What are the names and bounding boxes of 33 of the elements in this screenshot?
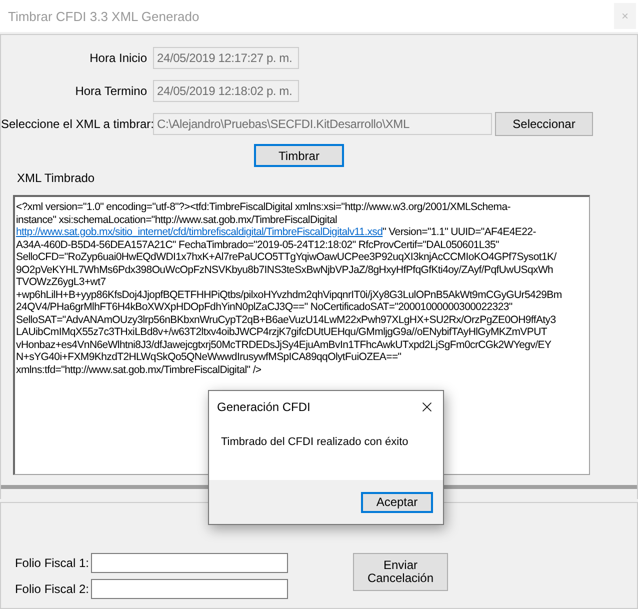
field-label: Folio Fiscal 1: [14,556,90,570]
schema-link[interactable]: http://www.sat.gob.mx/sitio_internet/cfd/timbrefiscaldigital/TimbreFiscalDigitalv11.xsd [16,226,383,238]
field-label: Folio Fiscal 2: [14,582,90,596]
xml-text: instance" xsi:schemaLocation="http://www.sat.gob.mx/TimbreFiscalDigital [16,214,338,226]
field-label: Seleccione el XML a timbrar: [1,117,153,131]
xml-text: 24QV4/PHa6grMlhFT6H4kBoXWXpHDOpFdhYinN0plZaCJ3Q==" NoCertificadoSAT="20001000000300022323" [16,301,512,313]
dialog-title: Generación CFDI [217,400,310,414]
time-field[interactable]: 24/05/2019 12:17:27 p. m. [153,47,299,69]
xml-text: <?xml version="1.0" encoding="utf-8"?><tfd:TimbreFiscalDigital xmlns:xsi="http://www.w3.org/2001/XMLSchema- [16,201,510,213]
xml-text: vHonbaz+es4VnN6eWlhtni8J3/dfJawejcgtxrj50McTRDEDsJjSy4EjuAmBvIn1TFhcAwkUTxpd2LjSgFm0crCGk2WYegv/EY [16,338,552,350]
select-button[interactable]: Seleccionar [495,112,593,136]
xml-text: TVOWzZ6ygL3+wt7 [16,276,106,288]
xml-text: N+sYG40i+FXM9KhzdT2HLWqSkQo5QNeWwwdIrusywfMSpICA89qqOlytFuiOZEA==" [16,351,402,363]
section-label: XML Timbrado [17,171,96,185]
xml-text: +wp6hLilH+B+yyp86KfsDoj4JjopfBQETFHHPiQtbs/pilxoHYvzhdm2qhVipqnrIT0i/jXy8G3LulOPnB5AkWt9mCGyGUr5429Bm [16,288,562,300]
folio-input[interactable] [91,579,288,599]
folio-input[interactable] [91,553,288,573]
send-cancel-button[interactable]: Enviar Cancelación [353,553,448,591]
stamp-button[interactable]: Timbrar [254,144,344,167]
xml-text: " Version="1.1" UUID="AF4E4E22- [382,226,536,238]
xml-text: LAUibCmIMqX55z7c3THxiLBd8v+/w63T2ltxv4oibJWCP4rzjK7gifcDUtUEHqu/GMmljgG9a//oENybifTAyHlGyMKZmVPUT [16,326,547,338]
field-label: Hora Termino [74,84,148,98]
xml-text: A34A-460D-B5D4-56DEA157A21C" FechaTimbrado="2019-05-24T12:18:02" RfcProvCertif="DAL050601L35" [16,238,499,250]
field-label: Hora Inicio [88,51,148,65]
xml-text: 9O2pVeKYHL7WhMs6Pdx398OuWcOpFzNSVKbyu8b7INS3teSxBwNjbVPJaZ/8gHxyHfPfqGfKti4oy/ZAyf/PqfUwUSqxWh [16,264,554,276]
xml-text: SelloSAT="AdvANAmOUzy3lrp56nBKbxnWruCypT2qB+B6aeVuzU14LwM22xPwh97XLgHX+SU2Rx/OrzPgZE0OH9ffAty3 [16,314,556,326]
path-field[interactable]: C:\Alejandro\Pruebas\SECFDI.KitDesarrollo\XML [153,113,492,135]
time-field[interactable]: 24/05/2019 12:18:02 p. m. [153,80,299,102]
dialog-message: Timbrado del CFDI realizado con éxito [221,436,410,450]
window-title: Timbrar CFDI 3.3 XML Generado [8,8,200,24]
xml-text: SelloCFD="RoZyp6uai0HwEQdWDI1x7hxK+Al7rePaUCO5TTgYqiwOawUCPee3P92uqXI3knjAcCCMIoKO4GPf7Sysot1K/ [16,251,556,263]
xml-text: xmlns:tfd="http://www.sat.gob.mx/TimbreFiscalDigital" /> [16,364,262,376]
accept-button[interactable]: Aceptar [361,492,433,512]
